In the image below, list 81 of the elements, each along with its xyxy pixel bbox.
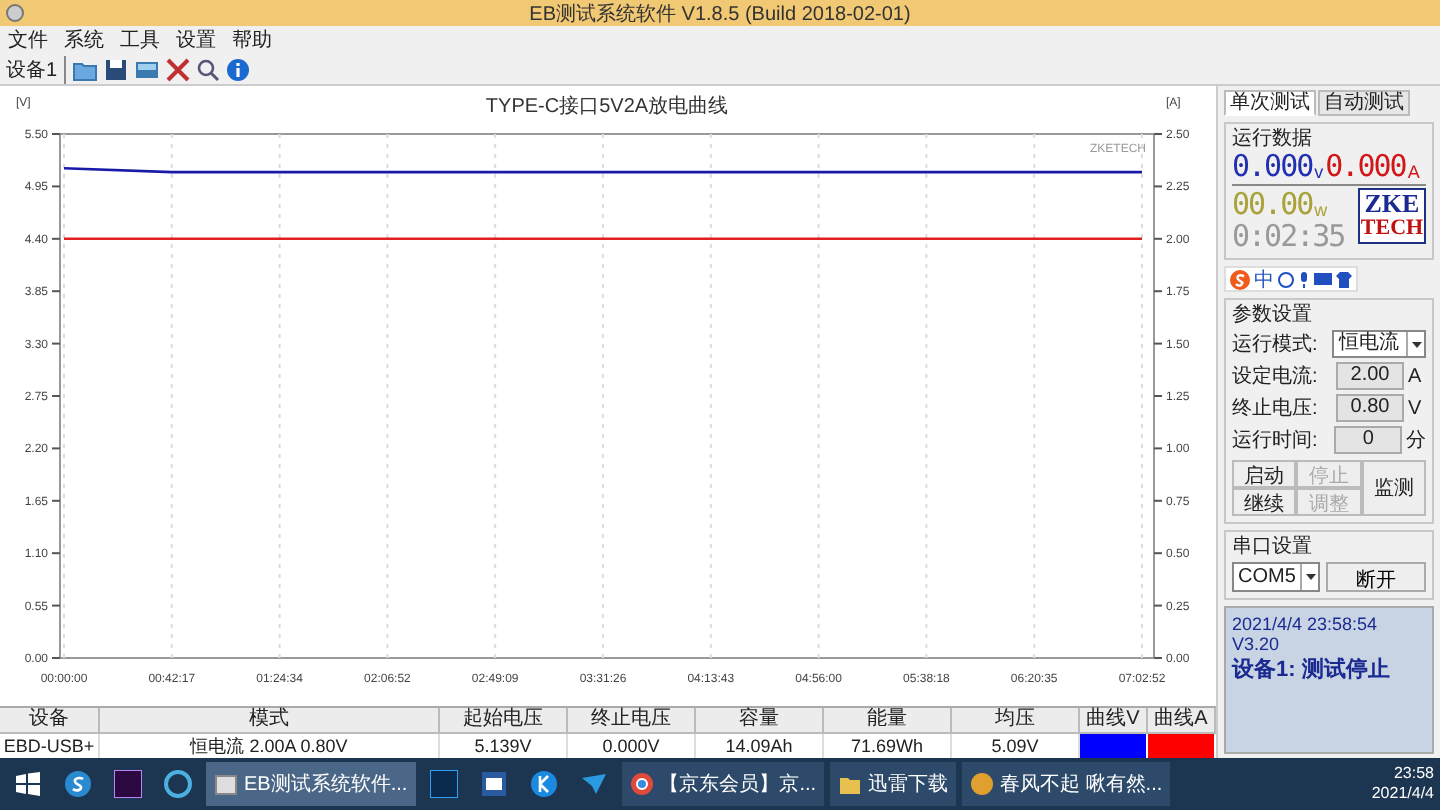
field-label: 设定电流: — [1232, 363, 1320, 390]
clock-date: 2021/4/4 — [1371, 784, 1434, 804]
unit-label: v — [1314, 162, 1324, 182]
taskbar-label: 春风不起 啾有然... — [1000, 771, 1163, 798]
search-icon[interactable] — [195, 57, 220, 81]
brand-logo: ZKE TECH — [1358, 188, 1426, 244]
mode-dropdown[interactable]: 恒电流 — [1332, 330, 1426, 358]
unit-label: w — [1314, 200, 1328, 220]
ime-mode-label: 中 — [1254, 267, 1274, 293]
menu-item[interactable]: 设置 — [176, 26, 216, 54]
unit-label: V — [1408, 397, 1422, 419]
menu-item[interactable]: 工具 — [120, 26, 160, 54]
shirt-icon[interactable] — [1336, 271, 1352, 287]
group-title: 参数设置 — [1232, 304, 1312, 326]
disconnect-button[interactable]: 断开 — [1326, 562, 1426, 592]
keyboard-icon[interactable] — [1314, 272, 1332, 286]
action-button[interactable]: 启动 — [1232, 460, 1297, 488]
field-label: 运行时间: — [1232, 427, 1320, 454]
column-header: 容量 — [696, 708, 824, 734]
clock-time: 23:58 — [1393, 764, 1434, 784]
document-icon[interactable] — [479, 770, 508, 798]
unit-label: A — [1408, 365, 1422, 387]
monitor-icon[interactable] — [133, 57, 160, 81]
taskbar-button[interactable]: 春风不起 啾有然... — [962, 762, 1171, 806]
port-dropdown[interactable]: COM5 — [1232, 562, 1320, 592]
field-label: 运行模式: — [1232, 331, 1320, 358]
window-title: EB测试系统软件 V1.8.5 (Build 2018-02-01) — [529, 1, 911, 27]
tab[interactable]: 自动测试 — [1318, 90, 1410, 116]
current-reading: 0.000 — [1325, 150, 1406, 182]
monitor-button[interactable]: 监测 — [1361, 460, 1426, 516]
ring-icon[interactable] — [164, 770, 192, 798]
power-reading: 00.00 — [1232, 188, 1313, 220]
caret-icon[interactable] — [1411, 341, 1421, 347]
column-header: 均压 — [952, 708, 1080, 734]
column-header: 曲线V — [1080, 708, 1148, 734]
column-header: 能量 — [824, 708, 952, 734]
save-icon[interactable] — [103, 57, 128, 81]
s-logo-icon[interactable] — [64, 770, 92, 798]
smiley-icon[interactable] — [1278, 271, 1294, 287]
field-label: 终止电压: — [1232, 395, 1320, 422]
app-icon — [6, 4, 24, 22]
timer-reading: 0:02:35 — [1232, 220, 1345, 252]
column-header: 模式 — [100, 708, 440, 734]
group-title: 运行数据 — [1232, 128, 1312, 150]
column-header: 设备 — [0, 708, 100, 734]
ime-toolbar[interactable]: 中 — [1224, 266, 1358, 292]
browser-icon — [629, 772, 654, 796]
tab[interactable]: 单次测试 — [1224, 90, 1316, 116]
start-icon[interactable] — [16, 772, 40, 796]
unit-label: 分 — [1406, 428, 1426, 454]
menu-item[interactable]: 系统 — [64, 26, 104, 54]
menu-item[interactable]: 帮助 — [232, 26, 272, 54]
column-header: 起始电压 — [440, 708, 568, 734]
app-icon — [970, 772, 995, 796]
input-field[interactable]: 2.00 — [1336, 362, 1404, 390]
group-title: 串口设置 — [1232, 536, 1312, 558]
chart-title: TYPE-C接口5V2A放电曲线 — [485, 96, 729, 118]
status-text: 2021/4/4 23:58:54 V3.20 — [1232, 614, 1380, 654]
folder-icon — [838, 772, 863, 796]
info-icon[interactable] — [225, 57, 250, 81]
action-button[interactable]: 继续 — [1232, 488, 1297, 516]
taskbar-label: 迅雷下载 — [868, 771, 949, 798]
voltage-reading: 0.000 — [1232, 150, 1313, 182]
unit-label: A — [1407, 162, 1420, 182]
caret-icon[interactable] — [1305, 574, 1315, 580]
menu-item[interactable]: 文件 — [8, 26, 48, 54]
column-header: 曲线A — [1148, 708, 1216, 734]
taskbar-label: 【京东会员】京... — [659, 771, 817, 798]
window-icon — [214, 772, 238, 796]
taskbar-label: EB测试系统软件... — [244, 771, 408, 798]
device-label: 设备1 — [6, 55, 66, 83]
status-text: 设备1: 测试停止 — [1232, 655, 1392, 684]
mic-icon[interactable] — [1298, 271, 1310, 287]
input-field[interactable]: 0 — [1334, 426, 1402, 454]
k-logo-icon[interactable] — [529, 770, 558, 798]
taskbar-button[interactable]: 迅雷下载 — [830, 762, 957, 806]
taskbar-button[interactable]: EB测试系统软件... — [206, 762, 416, 806]
taskbar-button[interactable]: 【京东会员】京... — [621, 762, 825, 806]
column-header: 终止电压 — [568, 708, 696, 734]
input-field[interactable]: 0.80 — [1336, 394, 1404, 422]
bird-icon[interactable] — [579, 770, 608, 798]
